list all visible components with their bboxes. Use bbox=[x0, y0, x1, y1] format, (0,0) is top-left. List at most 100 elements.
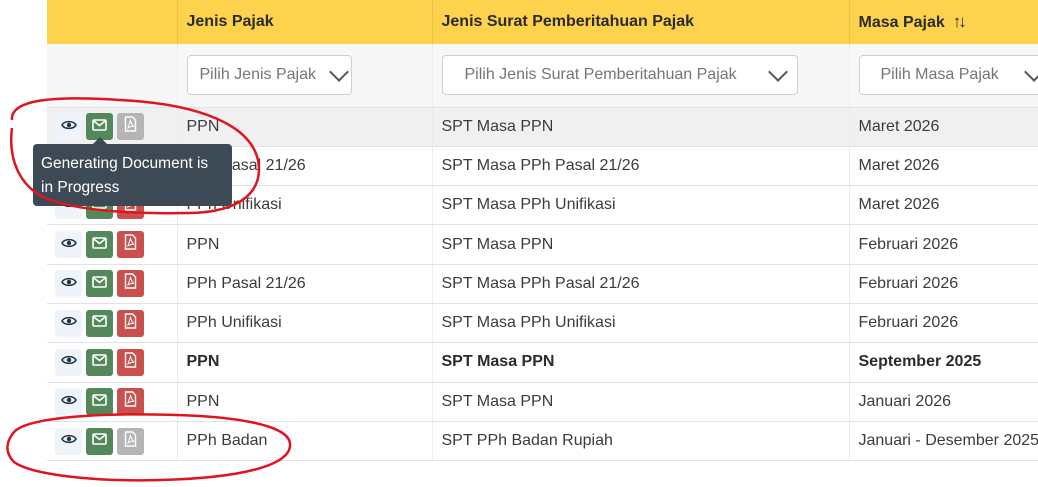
pdf-button[interactable] bbox=[117, 309, 144, 337]
email-button[interactable] bbox=[86, 231, 113, 259]
mail-icon bbox=[92, 275, 107, 293]
pdf-icon bbox=[124, 234, 137, 255]
pdf-button bbox=[117, 427, 144, 455]
cell-jenis-surat: SPT Masa PPN bbox=[432, 224, 850, 265]
jenis-surat-placeholder: Pilih Jenis Surat Pemberitahuan Pajak bbox=[464, 66, 737, 84]
mail-icon bbox=[92, 118, 107, 136]
filter-masa-pajak-cell: Pilih Masa Pajak bbox=[849, 44, 1038, 108]
cell-jenis-pajak: PPN bbox=[177, 224, 433, 265]
actions-cell bbox=[47, 224, 178, 265]
tax-report-table: Jenis Pajak Jenis Surat Pemberitahuan Pa… bbox=[47, 0, 1038, 462]
cell-jenis-pajak: PPN bbox=[177, 107, 433, 147]
cell-masa-pajak: Maret 2026 bbox=[849, 146, 1038, 187]
mail-icon bbox=[92, 353, 107, 371]
cell-jenis-pajak: PPN bbox=[177, 382, 433, 422]
cell-jenis-surat: SPT Masa PPh Unifikasi bbox=[432, 303, 850, 344]
header-actions bbox=[47, 0, 178, 44]
actions-cell bbox=[47, 303, 178, 344]
email-button[interactable] bbox=[86, 388, 113, 416]
pdf-button[interactable] bbox=[117, 388, 144, 416]
pdf-icon bbox=[124, 116, 137, 137]
email-button[interactable] bbox=[86, 270, 113, 298]
view-button[interactable] bbox=[55, 388, 82, 416]
email-button[interactable] bbox=[86, 348, 113, 376]
view-button[interactable] bbox=[55, 231, 82, 259]
email-button[interactable] bbox=[86, 309, 113, 337]
masa-pajak-placeholder: Pilih Masa Pajak bbox=[880, 66, 999, 84]
chevron-down-icon bbox=[767, 61, 788, 82]
actions-cell bbox=[47, 264, 178, 304]
sort-icon[interactable]: ↑↓ bbox=[953, 12, 967, 32]
eye-icon bbox=[60, 236, 77, 254]
table-row: PPN SPT Masa PPN Februari 2026 bbox=[47, 224, 1038, 265]
chevron-down-icon bbox=[329, 61, 349, 82]
view-button[interactable] bbox=[55, 270, 82, 298]
cell-jenis-pajak: PPh Badan bbox=[177, 421, 433, 462]
pdf-button[interactable] bbox=[117, 270, 144, 298]
eye-icon bbox=[60, 314, 77, 332]
filter-row: Pilih Jenis Pajak Pilih Jenis Surat Pemb… bbox=[47, 44, 1038, 108]
jenis-surat-dropdown[interactable]: Pilih Jenis Surat Pemberitahuan Pajak bbox=[441, 55, 798, 96]
cell-jenis-pajak: PPN bbox=[177, 342, 433, 383]
cell-masa-pajak: Januari - Desember 2025 bbox=[849, 421, 1038, 462]
header-jenis-pajak: Jenis Pajak bbox=[177, 0, 433, 44]
cell-jenis-surat: SPT Masa PPh Unifikasi bbox=[432, 185, 850, 226]
mail-icon bbox=[92, 432, 107, 450]
generating-tooltip: Generating Document is in Progress bbox=[33, 144, 232, 206]
eye-icon bbox=[60, 353, 77, 371]
pdf-icon bbox=[124, 430, 137, 452]
table-header-row: Jenis Pajak Jenis Surat Pemberitahuan Pa… bbox=[47, 0, 1038, 44]
pdf-button bbox=[117, 113, 144, 141]
table-row: PPh Pasal 21/26 SPT Masa PPh Pasal 21/26 F… bbox=[47, 264, 1038, 304]
actions-cell bbox=[47, 382, 178, 422]
cell-jenis-surat: SPT Masa PPh Pasal 21/26 bbox=[432, 146, 850, 187]
tax-report-table-container: Jenis Pajak Jenis Surat Pemberitahuan Pa… bbox=[47, 0, 1038, 462]
header-jenis-surat: Jenis Surat Pemberitahuan Pajak bbox=[432, 0, 850, 44]
cell-masa-pajak: Februari 2026 bbox=[849, 224, 1038, 265]
table-row: PPN SPT Masa PPN Januari 2026 bbox=[47, 382, 1038, 422]
mail-icon bbox=[92, 393, 107, 411]
cell-jenis-pajak: PPh Unifikasi bbox=[177, 303, 433, 344]
chevron-down-icon bbox=[1023, 61, 1038, 82]
filter-jenis-pajak-cell: Pilih Jenis Pajak bbox=[177, 44, 433, 108]
cell-jenis-surat: SPT Masa PPN bbox=[432, 342, 850, 383]
table-row: PPh Badan SPT PPh Badan Rupiah Januari - D… bbox=[47, 421, 1038, 462]
pdf-icon bbox=[124, 273, 137, 294]
eye-icon bbox=[60, 393, 77, 411]
cell-jenis-surat: SPT Masa PPN bbox=[432, 382, 850, 422]
cell-masa-pajak: Maret 2026 bbox=[849, 185, 1038, 226]
jenis-pajak-dropdown[interactable]: Pilih Jenis Pajak bbox=[186, 55, 352, 96]
header-masa-pajak[interactable]: Masa Pajak ↑↓ bbox=[849, 0, 1038, 44]
cell-masa-pajak: Maret 2026 bbox=[849, 107, 1038, 147]
cell-jenis-surat: SPT Masa PPN bbox=[432, 107, 850, 147]
cell-jenis-surat: SPT Masa PPh Pasal 21/26 bbox=[432, 264, 850, 304]
cell-masa-pajak: Januari 2026 bbox=[849, 382, 1038, 422]
view-button[interactable] bbox=[55, 427, 82, 455]
mail-icon bbox=[92, 314, 107, 332]
eye-icon bbox=[60, 118, 77, 136]
pdf-icon bbox=[124, 312, 137, 334]
cell-masa-pajak: September 2025 bbox=[849, 342, 1038, 383]
cell-masa-pajak: Februari 2026 bbox=[849, 303, 1038, 344]
pdf-button[interactable] bbox=[117, 231, 144, 259]
pdf-icon bbox=[124, 352, 137, 373]
actions-cell bbox=[47, 342, 178, 383]
actions-cell bbox=[47, 107, 178, 147]
eye-icon bbox=[60, 275, 77, 293]
cell-masa-pajak: Februari 2026 bbox=[849, 264, 1038, 304]
actions-cell bbox=[47, 421, 178, 462]
view-button[interactable] bbox=[55, 309, 82, 337]
email-button[interactable] bbox=[86, 427, 113, 455]
table-row: PPh Unifikasi SPT Masa PPh Unifikasi Febru… bbox=[47, 303, 1038, 344]
view-button[interactable] bbox=[55, 348, 82, 376]
pdf-button[interactable] bbox=[117, 348, 144, 376]
eye-icon bbox=[60, 432, 77, 450]
table-row: PPN SPT Masa PPN Maret 2026 bbox=[47, 107, 1038, 147]
masa-pajak-dropdown[interactable]: Pilih Masa Pajak bbox=[858, 55, 1038, 96]
view-button[interactable] bbox=[55, 113, 82, 141]
pdf-icon bbox=[124, 391, 137, 412]
filter-actions-cell bbox=[47, 44, 178, 108]
cell-jenis-pajak: PPh Pasal 21/26 bbox=[177, 264, 433, 304]
mail-icon bbox=[92, 236, 107, 254]
cell-jenis-surat: SPT PPh Badan Rupiah bbox=[432, 421, 850, 462]
